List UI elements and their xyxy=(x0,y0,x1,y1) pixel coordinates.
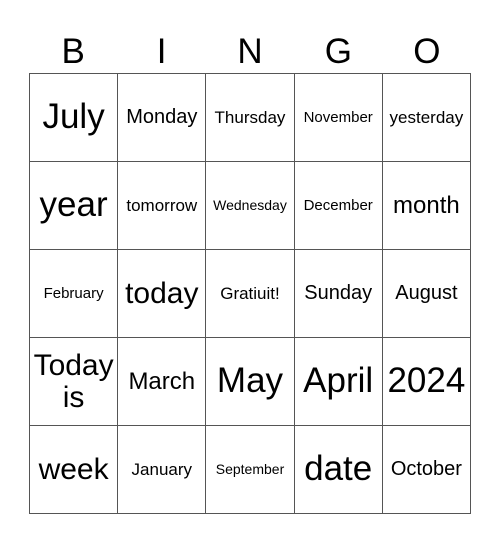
bingo-header: B I N G O xyxy=(29,30,471,74)
bingo-cell[interactable]: week xyxy=(30,426,119,514)
bingo-cell[interactable]: Sunday xyxy=(294,250,383,338)
bingo-cell[interactable]: yesterday xyxy=(382,74,471,162)
bingo-cell[interactable]: August xyxy=(382,250,471,338)
header-letter-o: O xyxy=(413,32,441,71)
bingo-cell[interactable]: October xyxy=(382,426,471,514)
bingo-cell[interactable]: December xyxy=(294,162,383,250)
bingo-cell[interactable]: Thursday xyxy=(206,74,295,162)
bingo-grid: July Monday Thursday November yesterday … xyxy=(29,73,471,514)
bingo-cell[interactable]: February xyxy=(30,250,119,338)
bingo-cell[interactable]: April xyxy=(294,338,383,426)
bingo-cell[interactable]: today xyxy=(118,250,207,338)
bingo-cell[interactable]: month xyxy=(382,162,471,250)
bingo-cell[interactable]: 2024 xyxy=(382,338,471,426)
bingo-cell[interactable]: Wednesday xyxy=(206,162,295,250)
header-letter-g: G xyxy=(324,32,353,71)
bingo-cell[interactable]: September xyxy=(206,426,295,514)
header-letter-i: I xyxy=(156,32,167,71)
bingo-cell[interactable]: May xyxy=(206,338,295,426)
bingo-cell[interactable]: March xyxy=(118,338,207,426)
header-letter-n: N xyxy=(237,32,263,71)
header-letter-b: B xyxy=(61,32,85,71)
bingo-cell[interactable]: January xyxy=(118,426,207,514)
bingo-cell[interactable]: year xyxy=(30,162,119,250)
bingo-cell[interactable]: tomorrow xyxy=(118,162,207,250)
free-space-cell[interactable]: Gratiuit! xyxy=(206,250,295,338)
bingo-cell[interactable]: July xyxy=(30,74,119,162)
bingo-cell[interactable]: Today is xyxy=(30,338,119,426)
bingo-cell[interactable]: Monday xyxy=(118,74,207,162)
bingo-cell[interactable]: November xyxy=(294,74,383,162)
bingo-cell[interactable]: date xyxy=(294,426,383,514)
